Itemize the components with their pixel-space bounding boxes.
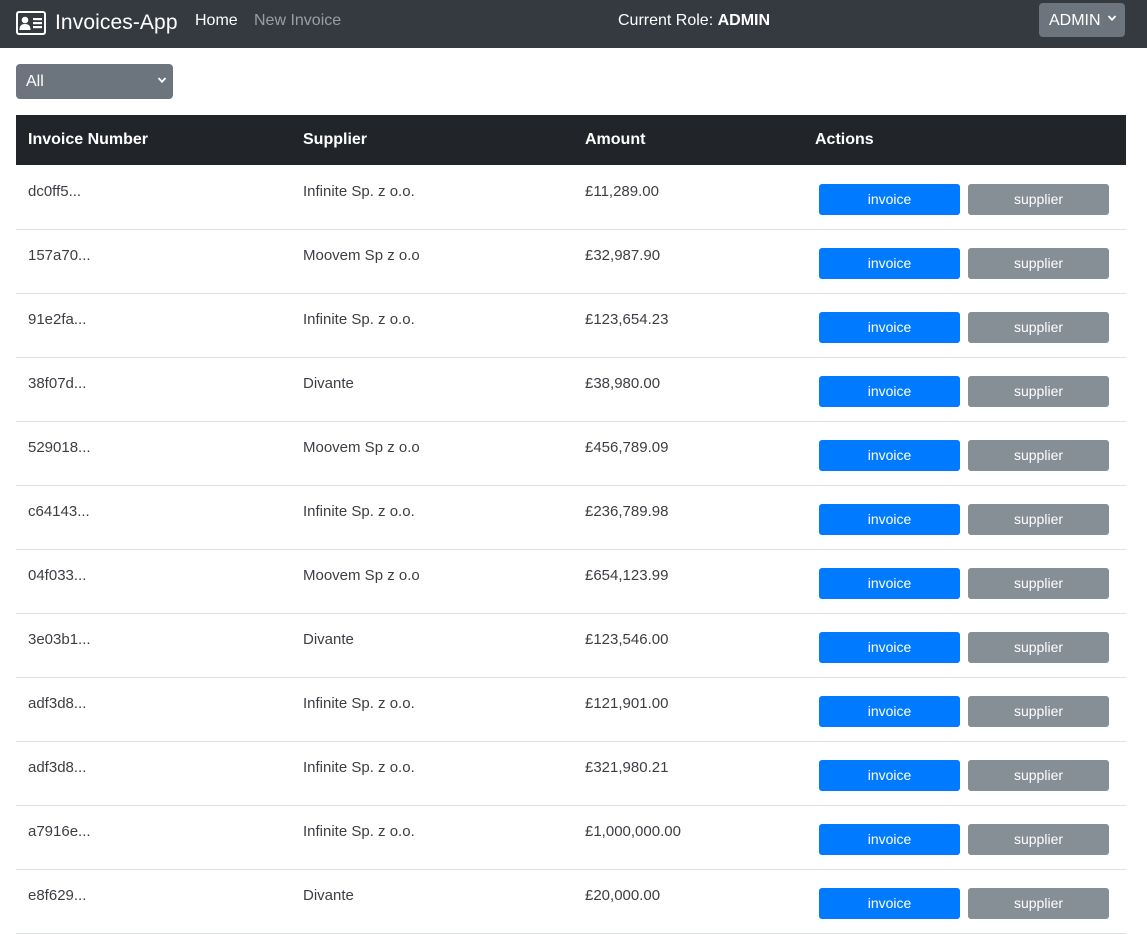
table-row: a7916e... Infinite Sp. z o.o. £1,000,000.0… (16, 806, 1126, 870)
filter-select-value: All (26, 73, 44, 90)
view-invoice-button[interactable]: invoice (819, 696, 960, 727)
table-row: 38f07d... Divante £38,980.00 invoice supplie… (16, 358, 1126, 422)
table-row: adf3d8... Infinite Sp. z o.o. £121,901.00 i… (16, 678, 1126, 742)
view-supplier-button[interactable]: supplier (968, 184, 1109, 215)
table-row: 157a70... Moovem Sp z o.o £32,987.90 invoic… (16, 230, 1126, 294)
view-supplier-button[interactable]: supplier (968, 440, 1109, 471)
view-invoice-button[interactable]: invoice (819, 248, 960, 279)
amount-cell: £121,901.00 (585, 695, 669, 712)
table-row: 91e2fa... Infinite Sp. z o.o. £123,654.23 i… (16, 294, 1126, 358)
view-supplier-button[interactable]: supplier (968, 568, 1109, 599)
amount-cell: £32,987.90 (585, 247, 661, 264)
view-invoice-button[interactable]: invoice (819, 888, 960, 919)
amount-cell: £654,123.99 (585, 567, 669, 584)
current-role-label: Current Role: (618, 12, 718, 29)
view-supplier-button[interactable]: supplier (968, 888, 1109, 919)
view-supplier-button[interactable]: supplier (968, 504, 1109, 535)
view-supplier-button[interactable]: supplier (968, 376, 1109, 407)
invoice-number-cell: adf3d8... (28, 695, 87, 712)
nav-home-link[interactable]: Home (195, 12, 238, 30)
current-role-display: Current Role: ADMIN (618, 12, 770, 30)
current-role-value: ADMIN (717, 12, 771, 29)
supplier-cell: Moovem Sp z o.o (303, 567, 420, 584)
view-supplier-button[interactable]: supplier (968, 248, 1109, 279)
amount-cell: £123,654.23 (585, 311, 669, 328)
supplier-filter-select[interactable]: All (16, 64, 173, 99)
amount-cell: £38,980.00 (585, 375, 661, 392)
view-supplier-button[interactable]: supplier (968, 696, 1109, 727)
column-header-supplier: Supplier (303, 131, 368, 148)
supplier-cell: Divante (303, 631, 354, 648)
table-row: 3e03b1... Divante £123,546.00 invoice suppli… (16, 614, 1126, 678)
column-header-amount: Amount (585, 131, 646, 148)
view-invoice-button[interactable]: invoice (819, 312, 960, 343)
chevron-down-icon (157, 77, 167, 84)
column-header-invoice-number: Invoice Number (28, 131, 149, 148)
role-select[interactable]: ADMIN (1039, 3, 1125, 37)
amount-cell: £123,546.00 (585, 631, 669, 648)
invoice-number-cell: 529018... (28, 439, 91, 456)
invoice-number-cell: e8f629... (28, 887, 87, 904)
supplier-cell: Divante (303, 887, 354, 904)
table-row: 04f033... Moovem Sp z o.o £654,123.99 invoi… (16, 550, 1126, 614)
view-invoice-button[interactable]: invoice (819, 824, 960, 855)
supplier-cell: Moovem Sp z o.o (303, 247, 420, 264)
amount-cell: £321,980.21 (585, 759, 669, 776)
view-supplier-button[interactable]: supplier (968, 312, 1109, 343)
table-row: e8f629... Divante £20,000.00 invoice supplie… (16, 870, 1126, 934)
chevron-down-icon (1107, 15, 1117, 22)
invoice-number-cell: 04f033... (28, 567, 87, 584)
supplier-cell: Moovem Sp z o.o (303, 439, 420, 456)
view-supplier-button[interactable]: supplier (968, 824, 1109, 855)
invoice-table-header: Invoice Number Supplier Amount Actions (16, 115, 1126, 165)
address-card-icon (16, 11, 46, 35)
view-invoice-button[interactable]: invoice (819, 184, 960, 215)
supplier-cell: Infinite Sp. z o.o. (303, 183, 415, 200)
invoice-number-cell: c64143... (28, 503, 90, 520)
amount-cell: £1,000,000.00 (585, 823, 681, 840)
top-navbar: Invoices-App Home New Invoice Current Ro… (0, 0, 1147, 48)
role-select-value: ADMIN (1049, 12, 1101, 29)
invoice-number-cell: 157a70... (28, 247, 91, 264)
supplier-cell: Infinite Sp. z o.o. (303, 503, 415, 520)
view-supplier-button[interactable]: supplier (968, 760, 1109, 791)
nav-new-invoice-link[interactable]: New Invoice (254, 12, 341, 30)
table-row: c64143... Infinite Sp. z o.o. £236,789.98 i… (16, 486, 1126, 550)
view-invoice-button[interactable]: invoice (819, 568, 960, 599)
amount-cell: £236,789.98 (585, 503, 669, 520)
amount-cell: £20,000.00 (585, 887, 661, 904)
view-invoice-button[interactable]: invoice (819, 504, 960, 535)
column-header-actions: Actions (815, 131, 874, 148)
table-row: 529018... Moovem Sp z o.o £456,789.09 invoi… (16, 422, 1126, 486)
supplier-cell: Infinite Sp. z o.o. (303, 311, 415, 328)
brand[interactable]: Invoices-App (15, 9, 178, 37)
table-row: dc0ff5... Infinite Sp. z o.o. £11,289.00 in… (16, 166, 1126, 230)
brand-name: Invoices-App (55, 11, 178, 34)
invoice-number-cell: 91e2fa... (28, 311, 87, 328)
invoice-number-cell: 3e03b1... (28, 631, 91, 648)
amount-cell: £456,789.09 (585, 439, 669, 456)
view-invoice-button[interactable]: invoice (819, 760, 960, 791)
supplier-cell: Divante (303, 375, 354, 392)
invoice-number-cell: 38f07d... (28, 375, 87, 392)
table-row: adf3d8... Infinite Sp. z o.o. £321,980.21 i… (16, 742, 1126, 806)
view-invoice-button[interactable]: invoice (819, 632, 960, 663)
view-supplier-button[interactable]: supplier (968, 632, 1109, 663)
view-invoice-button[interactable]: invoice (819, 376, 960, 407)
invoice-number-cell: a7916e... (28, 823, 91, 840)
invoice-number-cell: adf3d8... (28, 759, 87, 776)
invoice-number-cell: dc0ff5... (28, 183, 82, 200)
supplier-cell: Infinite Sp. z o.o. (303, 823, 415, 840)
view-invoice-button[interactable]: invoice (819, 440, 960, 471)
supplier-cell: Infinite Sp. z o.o. (303, 695, 415, 712)
supplier-cell: Infinite Sp. z o.o. (303, 759, 415, 776)
amount-cell: £11,289.00 (585, 183, 659, 200)
